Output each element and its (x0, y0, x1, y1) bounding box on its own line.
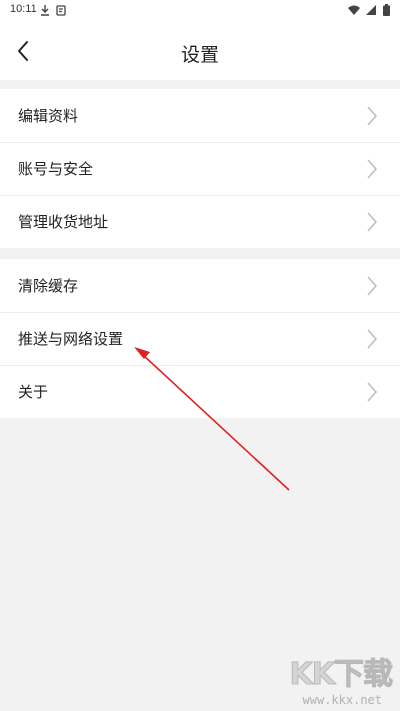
battery-icon (383, 4, 390, 16)
settings-group-app: 清除缓存 推送与网络设置 关于 (0, 259, 400, 418)
settings-item-account-security[interactable]: 账号与安全 (0, 142, 400, 195)
settings-item-label: 账号与安全 (18, 160, 94, 178)
chevron-right-icon (367, 276, 378, 296)
chevron-right-icon (367, 382, 378, 402)
status-time: 10:11 (10, 3, 37, 15)
status-bar: 10:11 (0, 0, 400, 22)
chevron-right-icon (367, 106, 378, 126)
settings-group-account: 编辑资料 账号与安全 管理收货地址 (0, 89, 400, 248)
wifi-icon (348, 5, 360, 15)
settings-item-clear-cache[interactable]: 清除缓存 (0, 259, 400, 312)
chevron-right-icon (367, 329, 378, 349)
status-icons-right (348, 4, 390, 16)
chevron-right-icon (367, 212, 378, 232)
download-icon (41, 5, 49, 16)
settings-item-label: 清除缓存 (18, 277, 79, 295)
settings-item-label: 编辑资料 (18, 107, 79, 125)
settings-item-shipping-address[interactable]: 管理收货地址 (0, 195, 400, 248)
signal-icon (366, 4, 376, 15)
notification-icon (56, 4, 66, 16)
settings-item-edit-profile[interactable]: 编辑资料 (0, 89, 400, 142)
settings-item-label: 关于 (18, 383, 49, 401)
status-icons-left (40, 4, 66, 16)
chevron-right-icon (367, 159, 378, 179)
settings-item-label: 推送与网络设置 (18, 330, 124, 348)
settings-item-label: 管理收货地址 (18, 213, 109, 231)
nav-bar: 设置 (0, 22, 400, 80)
settings-item-push-network[interactable]: 推送与网络设置 (0, 312, 400, 365)
settings-item-about[interactable]: 关于 (0, 365, 400, 418)
page-title: 设置 (180, 44, 219, 66)
watermark-url: www.kkx.net (302, 693, 382, 707)
watermark-logo: KK下载 (289, 657, 393, 693)
watermark: KK下载 www.kkx.net (278, 649, 396, 709)
